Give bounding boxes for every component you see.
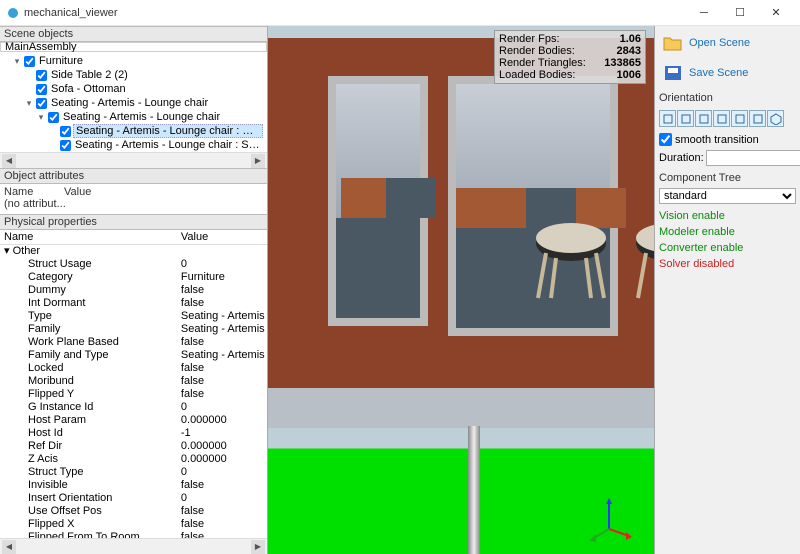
prop-row: Work Plane Basedfalse [0, 336, 267, 349]
tree-item[interactable]: Seating - Artemis - Lounge chair : Seati… [0, 124, 263, 138]
attributes-panel: Name Value (no attribut... [0, 184, 267, 214]
attr-name-col: Name [4, 186, 64, 198]
save-scene-button[interactable]: Save Scene [659, 60, 796, 86]
tree-checkbox[interactable] [48, 112, 59, 123]
attr-value-col: Value [64, 186, 91, 198]
twist-icon[interactable]: ▾ [24, 98, 34, 109]
prop-row: Invisiblefalse [0, 479, 267, 492]
duration-label: Duration: [659, 152, 704, 164]
status-line: Vision enable [659, 208, 796, 224]
tree-label[interactable]: Seating - Artemis - Lounge chair : Seati… [73, 139, 263, 151]
tree-label[interactable]: Sofa - Ottoman [49, 83, 128, 95]
tree-checkbox[interactable] [36, 98, 47, 109]
axes-gizmo [584, 494, 634, 544]
tree-item[interactable]: Side Table 2 (2) [0, 68, 263, 82]
titlebar: mechanical_viewer ─ ☐ ✕ [0, 0, 800, 26]
tree-item[interactable]: ▾ Furniture [0, 54, 263, 68]
view-iso-button[interactable] [767, 110, 784, 127]
prop-row: Struct Type0 [0, 466, 267, 479]
prop-row: Ref Dir0.000000 [0, 440, 267, 453]
prop-row: Struct Usage0 [0, 258, 267, 271]
tree-checkbox[interactable] [36, 70, 47, 81]
status-line: Solver disabled [659, 256, 796, 272]
maximize-button[interactable]: ☐ [722, 1, 758, 25]
orientation-label: Orientation [659, 92, 796, 104]
scene-tree[interactable]: ▾ Furniture Side Table 2 (2) Sofa - Ottoman… [0, 52, 267, 152]
prop-row: Lockedfalse [0, 362, 267, 375]
minimize-button[interactable]: ─ [686, 1, 722, 25]
tree-scrollbar[interactable]: ◀ ▶ [0, 152, 267, 168]
view-back-button[interactable] [677, 110, 694, 127]
prop-row: Flipped Xfalse [0, 518, 267, 531]
tree-label[interactable]: Side Table 2 (2) [49, 69, 130, 81]
tree-label[interactable]: Furniture [37, 55, 85, 67]
attributes-header: Object attributes [0, 168, 267, 184]
view-left-button[interactable] [695, 110, 712, 127]
tree-checkbox[interactable] [36, 84, 47, 95]
prop-row: Flipped Yfalse [0, 388, 267, 401]
prop-row: Flipped From To Roomfalse [0, 531, 267, 538]
prop-row: CategoryFurniture [0, 271, 267, 284]
scroll-left-icon[interactable]: ◀ [2, 154, 16, 168]
tree-item[interactable]: Sofa - Ottoman [0, 82, 263, 96]
prop-row: Insert Orientation0 [0, 492, 267, 505]
twist-icon[interactable]: ▾ [36, 112, 46, 123]
prop-row: TypeSeating - Artemis - Lounge chair [0, 310, 267, 323]
tree-item[interactable]: Seating - Artemis - Lounge chair : Seati… [0, 138, 263, 152]
attr-empty: (no attribut... [4, 198, 263, 210]
component-tree-select[interactable]: standard [659, 188, 796, 204]
prop-row: Int Dormantfalse [0, 297, 267, 310]
right-panel: Open Scene Save Scene Orientation smooth… [654, 26, 800, 554]
render-stats: Render Fps:1.06Render Bodies:2843Render … [494, 30, 646, 84]
prop-row: Use Offset Posfalse [0, 505, 267, 518]
component-tree-label: Component Tree [659, 172, 796, 184]
twist-icon[interactable]: ▾ [12, 56, 22, 67]
tree-item[interactable]: ▾ Seating - Artemis - Lounge chair [0, 96, 263, 110]
tree-label[interactable]: Seating - Artemis - Lounge chair : Seati… [73, 124, 263, 138]
scroll-left-icon[interactable]: ◀ [2, 540, 16, 554]
status-line: Modeler enable [659, 224, 796, 240]
smooth-transition-checkbox[interactable]: smooth transition [659, 133, 796, 146]
tree-checkbox[interactable] [24, 56, 35, 67]
orientation-buttons [659, 110, 796, 127]
viewport-3d[interactable]: Render Fps:1.06Render Bodies:2843Render … [268, 26, 654, 554]
duration-input[interactable] [706, 150, 800, 166]
prop-row: G Instance Id0 [0, 401, 267, 414]
open-scene-button[interactable]: Open Scene [659, 30, 796, 56]
view-bottom-button[interactable] [749, 110, 766, 127]
view-right-button[interactable] [713, 110, 730, 127]
prop-row: FamilySeating - Artemis - Lounge chair [0, 323, 267, 336]
tree-label[interactable]: Seating - Artemis - Lounge chair [61, 111, 222, 123]
scene-objects-header: Scene objects [0, 26, 267, 42]
view-front-button[interactable] [659, 110, 676, 127]
props-panel[interactable]: NameValueU▾ OtherStruct Usage0CategoryFu… [0, 230, 267, 538]
close-button[interactable]: ✕ [758, 1, 794, 25]
tree-checkbox[interactable] [60, 140, 71, 151]
props-scrollbar[interactable]: ◀ ▶ [0, 538, 267, 554]
prop-row: Z Acis0.000000 [0, 453, 267, 466]
scroll-right-icon[interactable]: ▶ [251, 540, 265, 554]
props-header: Physical properties [0, 214, 267, 230]
status-list: Vision enableModeler enableConverter ena… [659, 208, 796, 272]
prop-row: Dummyfalse [0, 284, 267, 297]
prop-row: Moribundfalse [0, 375, 267, 388]
tree-checkbox[interactable] [60, 126, 71, 137]
tree-item[interactable]: ▾ Seating - Artemis - Lounge chair [0, 110, 263, 124]
prop-row: Host Param0.000000 [0, 414, 267, 427]
prop-row: Host Id-1 [0, 427, 267, 440]
view-top-button[interactable] [731, 110, 748, 127]
folder-open-icon [663, 34, 683, 52]
app-icon [6, 6, 20, 20]
left-panel: Scene objects MainAssembly ▾ Furniture Sid… [0, 26, 268, 554]
prop-row: Family and TypeSeating - Artemis - Loung… [0, 349, 267, 362]
window-title: mechanical_viewer [24, 7, 686, 19]
save-icon [663, 64, 683, 82]
scroll-right-icon[interactable]: ▶ [251, 154, 265, 168]
scene-root-row[interactable]: MainAssembly [0, 42, 267, 52]
prop-group[interactable]: ▾ Other [0, 245, 267, 259]
tree-label[interactable]: Seating - Artemis - Lounge chair [49, 97, 210, 109]
building-render [268, 26, 654, 554]
status-line: Converter enable [659, 240, 796, 256]
